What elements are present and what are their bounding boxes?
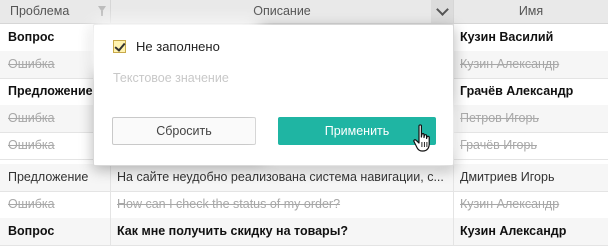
column-header-label: Имя <box>518 4 544 18</box>
cell-problem: Предложение <box>0 164 111 191</box>
hand-cursor-icon <box>413 124 430 152</box>
cell-name: Кузин Александр <box>460 224 567 238</box>
table-row[interactable]: Ошибка How can I check the status of my … <box>0 191 608 219</box>
column-header-label: Проблема <box>10 4 70 18</box>
cell-name: Грачёв Александр <box>460 84 574 98</box>
cell-problem: Вопрос <box>0 218 111 245</box>
grid-header: Проблема Описание Имя <box>0 0 608 24</box>
cell-name: Кузин Александр <box>460 57 560 71</box>
chevron-down-icon <box>436 3 449 16</box>
empty-value-checkbox[interactable] <box>113 40 126 53</box>
cell-description: How can I check the status of my order? <box>111 191 454 218</box>
cell-name: Кузин Александр <box>460 197 560 211</box>
check-icon <box>114 40 126 52</box>
cell-name: Дмитриев Игорь <box>460 170 555 184</box>
column-menu-toggle[interactable] <box>431 0 453 23</box>
column-header-label: Описание <box>253 4 311 18</box>
cell-description: Как мне получить скидку на товары? <box>111 218 454 245</box>
reset-button[interactable]: Сбросить <box>112 117 256 145</box>
filter-icon[interactable] <box>98 6 106 16</box>
cell-problem: Ошибка <box>0 191 111 218</box>
cell-name: Кузин Василий <box>460 30 554 44</box>
cell-name: Грачёв Игорь <box>460 138 537 152</box>
table-row[interactable]: Предложение На сайте неудобно реализован… <box>0 164 608 192</box>
cell-description: На сайте неудобно реализована система на… <box>111 164 454 191</box>
column-header-description[interactable]: Описание <box>111 0 454 23</box>
column-header-problem[interactable]: Проблема <box>0 0 111 23</box>
column-header-name[interactable]: Имя <box>454 0 608 23</box>
empty-value-label[interactable]: Не заполнено <box>136 39 220 54</box>
table-row[interactable]: Вопрос Как мне получить скидку на товары… <box>0 218 608 246</box>
cell-name: Петров Игорь <box>460 111 539 125</box>
text-value-input[interactable]: Текстовое значение <box>113 71 229 85</box>
